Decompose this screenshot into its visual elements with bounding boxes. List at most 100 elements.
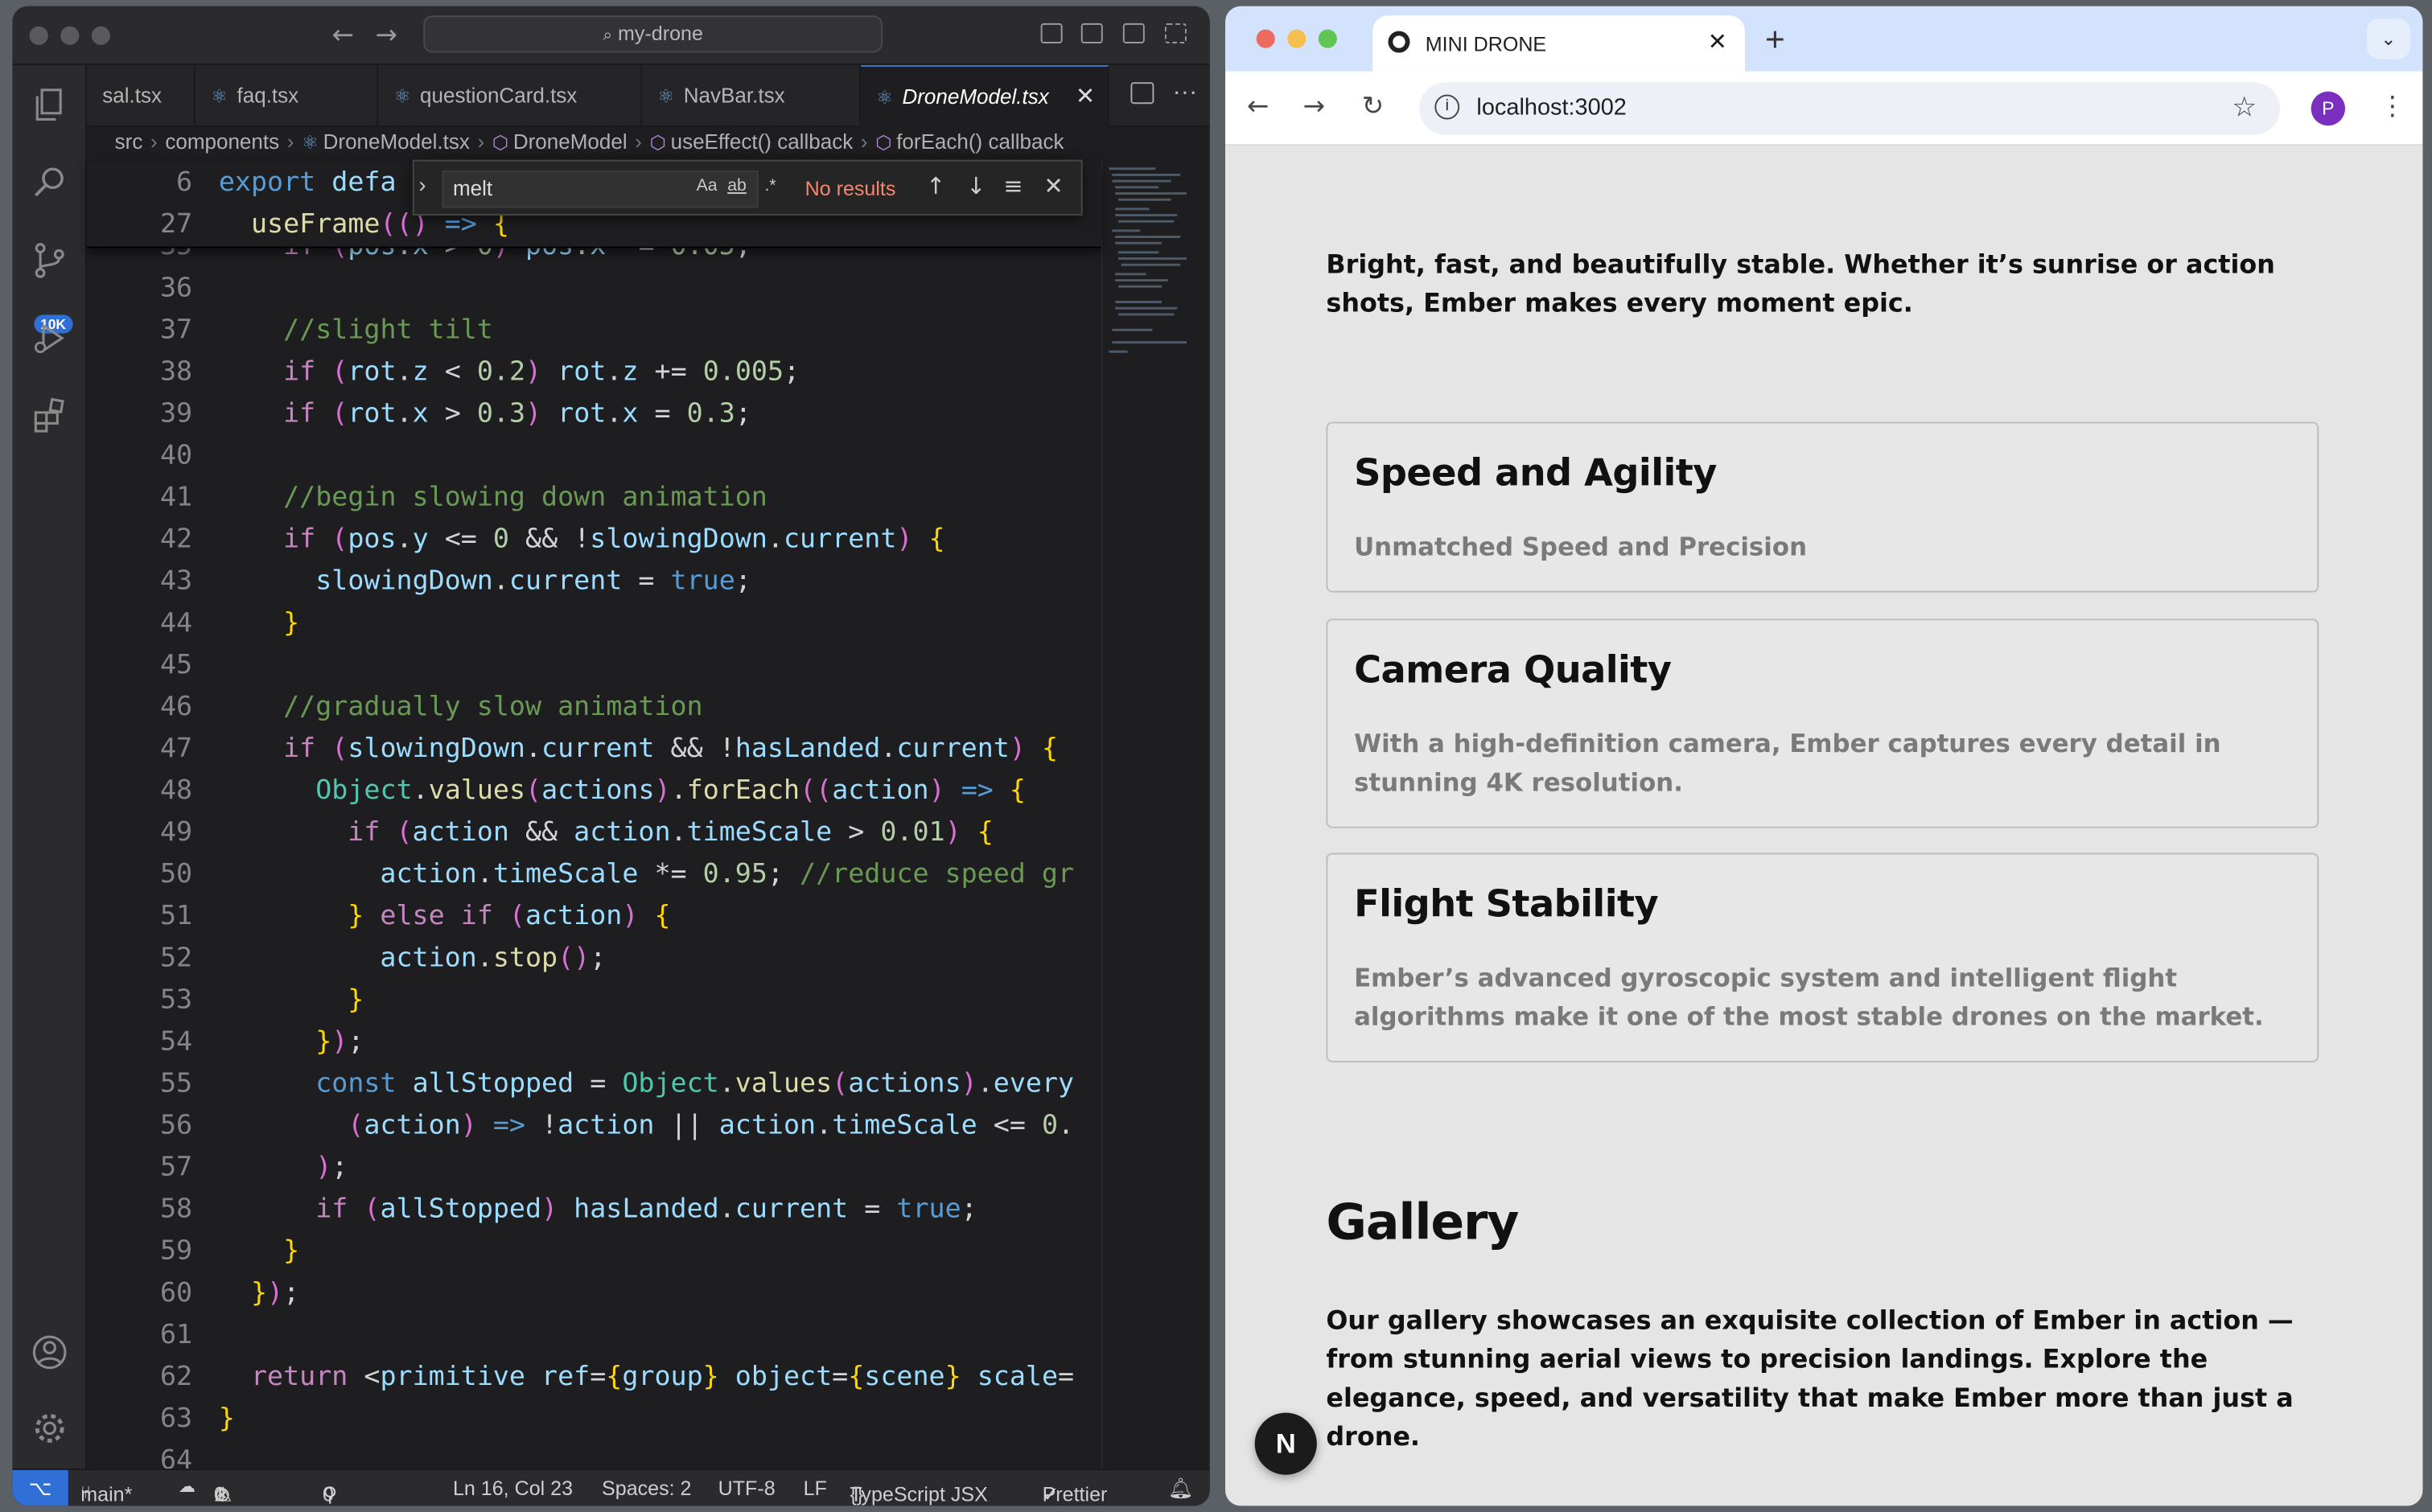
feature-card: Speed and Agility Unmatched Speed and Pr…: [1326, 421, 2319, 593]
line-code: } else if (action) {: [348, 901, 671, 932]
toggle-secondary-sidebar-icon[interactable]: [1122, 23, 1145, 43]
tab-drone-model[interactable]: ⚛ DroneModel.tsx ✕: [861, 64, 1109, 128]
line-code: //begin slowing down animation: [283, 482, 767, 514]
search-icon[interactable]: [31, 164, 68, 201]
tab-strip: MINI DRONE ✕ + ⌄: [1225, 6, 2423, 72]
find-in-selection-icon[interactable]: ≡: [1003, 172, 1023, 200]
zoom-window-button[interactable]: [91, 26, 110, 45]
run-debug-icon[interactable]: [31, 319, 68, 356]
browser-toolbar: ← → ↻ i localhost:3002 ☆ P ⋮: [1225, 71, 2423, 146]
new-tab-icon[interactable]: +: [1765, 20, 1785, 60]
tab-navbar[interactable]: ⚛ NavBar.tsx: [642, 64, 862, 128]
close-window-button[interactable]: [1256, 29, 1275, 48]
site-info-icon[interactable]: i: [1434, 94, 1460, 120]
react-file-icon: ⚛: [876, 86, 893, 109]
tab-faq[interactable]: ⚛ faq.tsx: [195, 64, 379, 128]
code-editor[interactable]: 35 if (pos.x > 0) pos.x -= 0.05;3637 //s…: [87, 162, 1101, 1469]
line-code: if (slowingDown.current && !hasLanded.cu…: [283, 733, 1059, 765]
back-arrow-icon[interactable]: ←: [332, 20, 354, 51]
chevron-right-icon: ›: [477, 129, 485, 154]
sync-icon[interactable]: ☁: [179, 1477, 195, 1497]
address-bar[interactable]: i localhost:3002 ☆: [1419, 82, 2281, 135]
breadcrumb-item[interactable]: DroneModel.tsx: [323, 130, 470, 154]
next-match-icon[interactable]: ↓: [966, 172, 986, 200]
line-number: 40: [159, 440, 193, 472]
nextjs-dev-badge[interactable]: N: [1254, 1412, 1317, 1475]
minimap[interactable]: [1101, 161, 1201, 1469]
breadcrumb-item[interactable]: forEach() callback: [896, 130, 1064, 154]
indentation[interactable]: Spaces: 2: [602, 1477, 691, 1500]
line-number: 36: [159, 273, 193, 304]
more-actions-icon[interactable]: ···: [1173, 79, 1198, 107]
line-code: export defa: [218, 167, 397, 199]
settings-gear-icon[interactable]: [31, 1410, 68, 1447]
close-window-button[interactable]: [29, 26, 48, 45]
tab-sal[interactable]: sal.tsx: [87, 64, 195, 128]
line-code: slowingDown.current = true;: [315, 565, 751, 598]
command-center-search[interactable]: ⌕ my-drone: [423, 15, 883, 53]
customize-layout-icon[interactable]: [1164, 23, 1187, 43]
explorer-icon[interactable]: [31, 87, 68, 124]
minimize-window-button[interactable]: [60, 26, 80, 45]
breadcrumb-item[interactable]: DroneModel: [513, 130, 628, 154]
accounts-icon[interactable]: [31, 1333, 68, 1370]
line-number: 59: [159, 1235, 193, 1268]
menu-kebab-icon[interactable]: ⋮: [2379, 92, 2405, 123]
react-file-icon: ⚛: [211, 85, 228, 108]
forward-arrow-icon[interactable]: →: [376, 20, 397, 51]
gallery-heading: Gallery: [1326, 1192, 1519, 1252]
close-find-icon[interactable]: ✕: [1043, 172, 1063, 200]
breadcrumb-item[interactable]: components: [165, 130, 279, 154]
reload-icon[interactable]: ↻: [1362, 92, 1384, 123]
encoding[interactable]: UTF-8: [718, 1477, 776, 1500]
ports-count: 0: [323, 1482, 334, 1506]
card-title: Flight Stability: [1354, 882, 1659, 927]
card-text: Ember’s advanced gyroscopic system and i…: [1354, 963, 2264, 1032]
breadcrumb-item[interactable]: src: [115, 130, 143, 154]
forward-arrow-icon[interactable]: →: [1302, 92, 1324, 123]
toggle-panel-icon[interactable]: [1080, 23, 1103, 43]
zoom-window-button[interactable]: [1318, 29, 1337, 48]
line-code: action.stop();: [380, 943, 607, 974]
breadcrumb-item[interactable]: useEffect() callback: [671, 130, 854, 154]
profile-avatar[interactable]: P: [2311, 91, 2346, 126]
bookmark-star-icon[interactable]: ☆: [2232, 92, 2257, 124]
end-of-line[interactable]: LF: [804, 1477, 827, 1500]
tab-label: DroneModel.tsx: [902, 85, 1049, 109]
extensions-icon[interactable]: [31, 397, 68, 434]
close-tab-icon[interactable]: ✕: [1708, 28, 1727, 56]
previous-match-icon[interactable]: ↑: [926, 172, 945, 200]
feature-card: Camera Quality With a high-definition ca…: [1326, 618, 2319, 828]
intro-text: Bright, fast, and beautifully stable. Wh…: [1326, 249, 2275, 318]
line-number: 47: [159, 733, 193, 765]
close-tab-icon[interactable]: ✕: [1076, 67, 1095, 127]
source-control-icon[interactable]: [31, 242, 68, 279]
toggle-replace-icon[interactable]: ›: [419, 172, 426, 197]
line-number: 39: [159, 398, 193, 430]
toggle-sidebar-icon[interactable]: [1040, 23, 1063, 43]
browser-tab[interactable]: MINI DRONE ✕: [1372, 15, 1745, 72]
notifications-bell-icon[interactable]: 🔔︎: [1168, 1477, 1194, 1502]
cursor-position[interactable]: Ln 16, Col 23: [453, 1477, 573, 1500]
line-code: if (rot.z < 0.2) rot.z += 0.005;: [283, 356, 800, 388]
vscode-window: ← → ⌕ my-drone 10K sal.tsx ⚛ faq.tsx ⚛ que…: [12, 6, 1210, 1506]
tab-title: MINI DRONE: [1425, 32, 1547, 56]
chevron-right-icon: ›: [860, 129, 868, 154]
line-number: 52: [159, 943, 193, 974]
line-number: 63: [159, 1403, 193, 1435]
split-editor-icon[interactable]: [1130, 82, 1154, 105]
remote-indicator[interactable]: ⌥: [12, 1469, 68, 1506]
tab-search-chevron-icon[interactable]: ⌄: [2367, 18, 2411, 60]
match-case-icon[interactable]: Aa: [697, 177, 718, 195]
match-word-icon[interactable]: ab: [727, 177, 747, 195]
back-arrow-icon[interactable]: ←: [1247, 92, 1269, 123]
find-result-count: No results: [804, 176, 896, 200]
breadcrumb: src › components › ⚛ DroneModel.tsx › ⬡ DroneMod…: [115, 130, 1064, 154]
favicon-icon: [1388, 31, 1410, 53]
line-code: }: [218, 1403, 235, 1435]
tab-question-card[interactable]: ⚛ questionCard.tsx: [378, 64, 643, 128]
line-number: 27: [159, 209, 193, 240]
regex-icon[interactable]: .*: [764, 177, 776, 195]
line-code: if (action && action.timeScale > 0.01) {: [348, 817, 994, 848]
minimize-window-button[interactable]: [1287, 29, 1307, 48]
